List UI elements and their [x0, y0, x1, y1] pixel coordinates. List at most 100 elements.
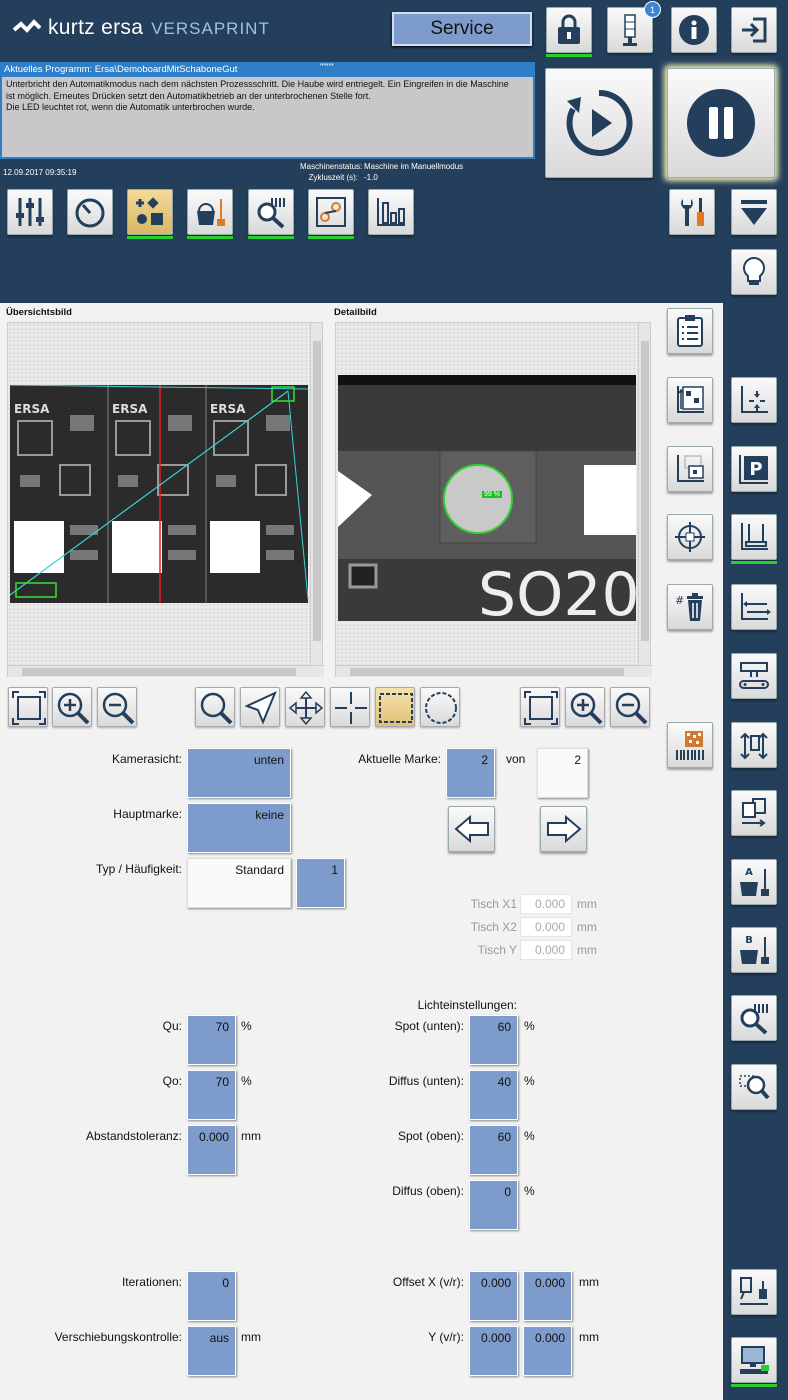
offset-y-label: Y (v/r): [428, 1330, 464, 1344]
diffuse-bottom-field[interactable]: 40 [469, 1070, 518, 1120]
code-reader-button[interactable] [667, 722, 713, 768]
zoom-in-detail-button[interactable] [565, 687, 605, 727]
type-field[interactable]: Standard [187, 858, 291, 908]
current-mark-field[interactable]: 2 [446, 748, 495, 798]
tools-button[interactable] [669, 189, 715, 235]
detail-pcb-image[interactable]: SO20 [338, 375, 636, 621]
board-position-button[interactable] [667, 446, 713, 492]
zoom-out-overview-button[interactable] [97, 687, 137, 727]
timer-button[interactable] [67, 189, 113, 235]
light-button[interactable] [731, 249, 777, 295]
offset-y-rear-field[interactable]: 0.000 [523, 1326, 572, 1376]
program-label: Aktuelles Programm: Ersa\DemoboardMitSch… [4, 64, 238, 75]
overview-scrollbar-horizontal[interactable] [8, 665, 324, 677]
pan-tool-button[interactable] [285, 687, 325, 727]
detail-image-panel[interactable]: SO20 99 % [335, 322, 652, 677]
zoom-in-overview-button[interactable] [52, 687, 92, 727]
fit-detail-button[interactable] [520, 687, 560, 727]
center-axes-button[interactable] [731, 377, 777, 423]
previous-mark-button[interactable] [448, 806, 495, 852]
vertical-move-icon [741, 523, 768, 550]
process-flow-button[interactable] [308, 189, 354, 235]
svg-text:A: A [745, 867, 753, 878]
squeegee-button[interactable] [731, 1269, 777, 1315]
resume-cycle-button[interactable] [545, 68, 653, 178]
overview-scrollbar-vertical[interactable] [310, 323, 322, 666]
clean-a-button[interactable]: A [731, 859, 777, 905]
spot-top-field[interactable]: 60 [469, 1125, 518, 1175]
z-axis-button[interactable] [731, 514, 777, 560]
frequency-field[interactable]: 1 [296, 858, 345, 908]
signal-tower-icon [623, 14, 637, 46]
bucket-b-icon: B [740, 935, 769, 964]
shift-control-field[interactable]: aus [187, 1326, 236, 1376]
cleaning-button[interactable] [187, 189, 233, 235]
machine-status-label: Maschinenstatus: [300, 162, 363, 171]
detail-scrollbar-vertical[interactable] [638, 323, 650, 666]
stencil-change-icon [742, 798, 766, 827]
svg-text:ERSA: ERSA [14, 402, 50, 416]
diffuse-top-field[interactable]: 0 [469, 1180, 518, 1230]
detail-scrollbar-horizontal[interactable] [336, 665, 652, 677]
info-button[interactable] [671, 7, 717, 53]
next-mark-button[interactable] [540, 806, 587, 852]
overview-image-panel[interactable]: ERSA ERSA ERSA [7, 322, 324, 677]
stencil-swap-button[interactable] [731, 722, 777, 768]
overview-pcb-image[interactable]: ERSA ERSA ERSA [10, 385, 310, 605]
camera-view-field[interactable]: unten [187, 748, 291, 798]
program-marker: """" [320, 62, 334, 73]
logout-button[interactable] [731, 7, 777, 53]
arrow-right-icon [546, 814, 582, 844]
stencil-change-button[interactable] [731, 790, 777, 836]
parking-icon: P [739, 455, 768, 484]
qo-field[interactable]: 70 [187, 1070, 236, 1120]
inspection-sidebar-button[interactable] [731, 995, 777, 1041]
rectangle-select-tool-button[interactable] [375, 687, 415, 727]
message-line-1: Unterbricht den Automatikmodus nach dem … [6, 79, 509, 89]
message-box: Unterbricht den Automatikmodus nach dem … [0, 77, 535, 159]
transport-button[interactable] [731, 584, 777, 630]
offset-x-unit: mm [579, 1275, 599, 1289]
fit-overview-button[interactable] [8, 687, 48, 727]
magnifier-tool-button[interactable] [195, 687, 235, 727]
inspection-button[interactable] [248, 189, 294, 235]
dropdown-menu-button[interactable] [731, 189, 777, 235]
shift-control-label: Verschiebungskontrolle: [54, 1330, 182, 1344]
zoom-out-icon [615, 692, 648, 725]
crosshair-tool-button[interactable] [330, 687, 370, 727]
distance-tolerance-field[interactable]: 0.000 [187, 1125, 236, 1175]
spot-bottom-field[interactable]: 60 [469, 1015, 518, 1065]
pointer-tool-button[interactable] [240, 687, 280, 727]
lock-button[interactable] [546, 7, 592, 53]
qu-field[interactable]: 70 [187, 1015, 236, 1065]
conveyor-button[interactable] [731, 653, 777, 699]
circle-select-tool-button[interactable] [420, 687, 460, 727]
crosshair-button[interactable] [667, 514, 713, 560]
offset-y-front-field[interactable]: 0.000 [469, 1326, 518, 1376]
statistics-button[interactable] [368, 189, 414, 235]
zoom-out-detail-button[interactable] [610, 687, 650, 727]
offset-x-rear-field[interactable]: 0.000 [523, 1271, 572, 1321]
park-position-button[interactable]: P [731, 446, 777, 492]
of-label: von [506, 752, 526, 766]
bucket-a-icon: A [740, 867, 769, 896]
main-mark-field[interactable]: keine [187, 803, 291, 853]
iterations-field[interactable]: 0 [187, 1271, 236, 1321]
search-area-button[interactable] [731, 1064, 777, 1110]
board-layout-button[interactable] [667, 377, 713, 423]
settings-sliders-button[interactable] [7, 189, 53, 235]
brand-name: kurtz ersa [48, 16, 144, 39]
pause-button[interactable] [667, 68, 775, 178]
checklist-button[interactable] [667, 308, 713, 354]
fiducial-button[interactable] [127, 189, 173, 235]
service-mode-button[interactable]: Service [392, 12, 532, 46]
offset-y-unit: mm [579, 1330, 599, 1344]
monitor-network-button[interactable] [731, 1337, 777, 1383]
delete-mark-button[interactable]: # [667, 584, 713, 630]
diffuse-bottom-label: Diffus (unten): [388, 1074, 464, 1088]
circle-select-icon [425, 692, 457, 724]
table-y-field: 0.000 [520, 940, 572, 960]
clean-b-button[interactable]: B [731, 927, 777, 973]
offset-x-front-field[interactable]: 0.000 [469, 1271, 518, 1321]
process-flow-icon [316, 197, 346, 227]
